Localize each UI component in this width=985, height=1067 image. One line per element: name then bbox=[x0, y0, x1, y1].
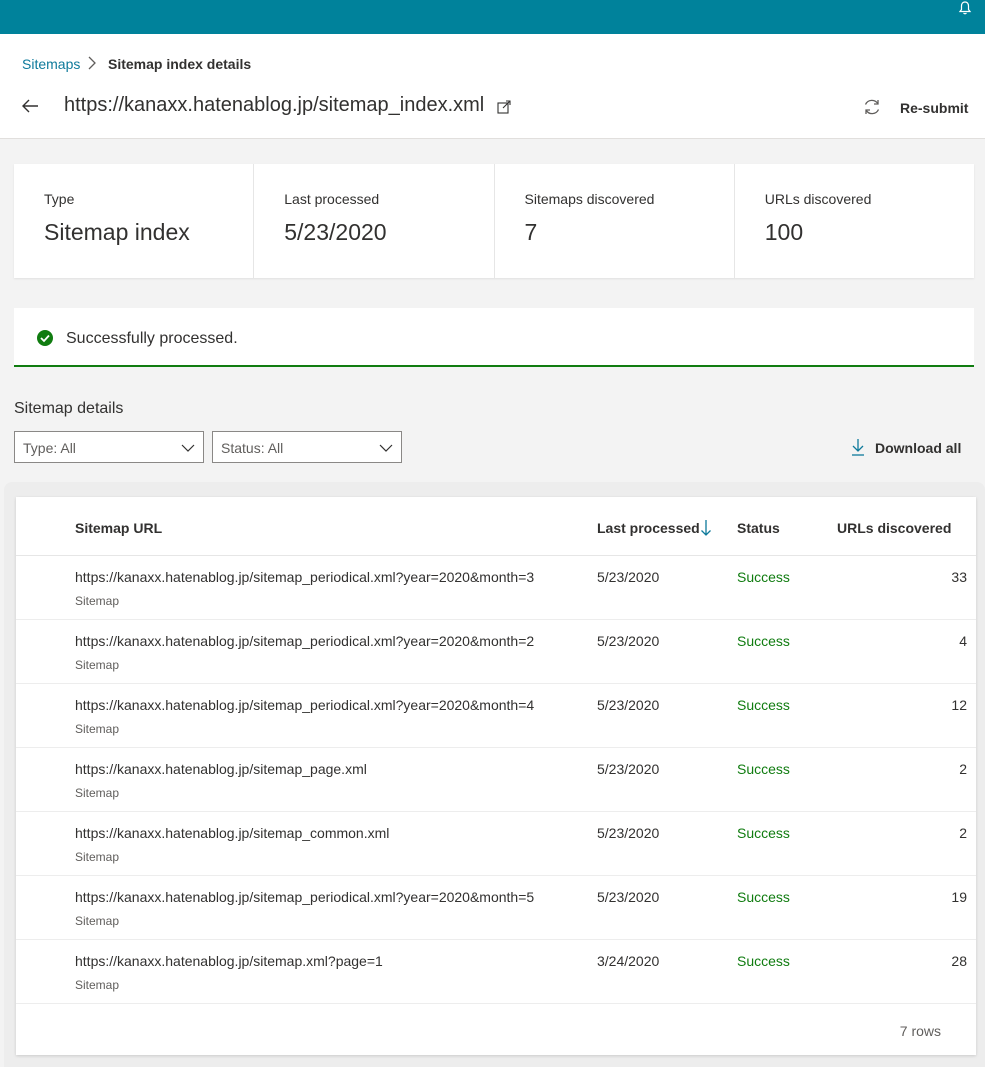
column-header-sitemap-url[interactable]: Sitemap URL bbox=[75, 520, 162, 536]
row-urls-discovered: 2 bbox=[959, 761, 967, 777]
card-value: Sitemap index bbox=[44, 219, 190, 245]
resubmit-label: Re-submit bbox=[900, 100, 969, 116]
row-url[interactable]: https://kanaxx.hatenablog.jp/sitemap_per… bbox=[75, 889, 534, 905]
table-row[interactable]: https://kanaxx.hatenablog.jp/sitemap_per… bbox=[16, 556, 976, 620]
top-bar bbox=[0, 0, 985, 34]
column-header-status[interactable]: Status bbox=[737, 520, 780, 536]
summary-card-last-processed: Last processed 5/23/2020 bbox=[254, 164, 495, 278]
row-urls-discovered: 2 bbox=[959, 825, 967, 841]
card-label: URLs discovered bbox=[764, 191, 872, 207]
card-label: Type bbox=[44, 191, 75, 207]
row-status: Success bbox=[737, 697, 790, 713]
section-title: Sitemap details bbox=[14, 400, 124, 417]
summary-card-type: Type Sitemap index bbox=[14, 164, 255, 278]
breadcrumb-sitemaps-link[interactable]: Sitemaps bbox=[22, 56, 80, 72]
table-row[interactable]: https://kanaxx.hatenablog.jp/sitemap_com… bbox=[16, 812, 976, 876]
row-last-processed: 3/24/2020 bbox=[597, 953, 660, 969]
column-header-last-processed[interactable]: Last processed bbox=[597, 520, 700, 536]
row-last-processed: 5/23/2020 bbox=[597, 761, 660, 777]
row-url[interactable]: https://kanaxx.hatenablog.jp/sitemap_per… bbox=[75, 633, 534, 649]
download-all-label: Download all bbox=[875, 440, 962, 456]
chevron-right-icon bbox=[88, 56, 96, 70]
row-urls-discovered: 12 bbox=[951, 697, 967, 713]
sort-down-icon[interactable] bbox=[700, 519, 712, 537]
status-filter-value: Status: All bbox=[221, 440, 284, 456]
row-type: Sitemap bbox=[75, 658, 120, 672]
card-label: Sitemaps discovered bbox=[524, 191, 655, 207]
row-url[interactable]: https://kanaxx.hatenablog.jp/sitemap_pag… bbox=[75, 761, 367, 777]
type-filter-dropdown[interactable]: Type: All bbox=[14, 431, 204, 463]
row-urls-discovered: 33 bbox=[951, 569, 967, 585]
row-status: Success bbox=[737, 569, 790, 585]
row-url[interactable]: https://kanaxx.hatenablog.jp/sitemap_per… bbox=[75, 697, 534, 713]
chevron-down-icon bbox=[379, 444, 393, 452]
card-value: 7 bbox=[524, 219, 538, 245]
row-url[interactable]: https://kanaxx.hatenablog.jp/sitemap_per… bbox=[75, 569, 534, 585]
row-last-processed: 5/23/2020 bbox=[597, 825, 660, 841]
row-type: Sitemap bbox=[75, 850, 120, 864]
row-last-processed: 5/23/2020 bbox=[597, 633, 660, 649]
status-banner: Successfully processed. bbox=[14, 308, 974, 367]
row-url[interactable]: https://kanaxx.hatenablog.jp/sitemap_com… bbox=[75, 825, 389, 841]
table-row[interactable]: https://kanaxx.hatenablog.jp/sitemap_per… bbox=[16, 684, 976, 748]
row-type: Sitemap bbox=[75, 914, 120, 928]
page-header: Sitemaps Sitemap index details https://k… bbox=[0, 34, 985, 139]
table-row[interactable]: https://kanaxx.hatenablog.jp/sitemap.xml… bbox=[16, 940, 976, 1004]
row-type: Sitemap bbox=[75, 978, 120, 992]
back-arrow-icon[interactable] bbox=[20, 96, 40, 116]
sitemap-table: Sitemap URL Last processed Status URLs d… bbox=[16, 497, 976, 1055]
download-all-button[interactable]: Download all bbox=[850, 438, 970, 460]
page-title: https://kanaxx.hatenablog.jp/sitemap_ind… bbox=[64, 94, 485, 116]
row-type: Sitemap bbox=[75, 722, 120, 736]
row-status: Success bbox=[737, 953, 790, 969]
card-value: 100 bbox=[764, 219, 804, 245]
column-header-urls-discovered[interactable]: URLs discovered bbox=[837, 520, 951, 536]
row-urls-discovered: 19 bbox=[951, 889, 967, 905]
check-circle-icon bbox=[37, 330, 53, 346]
summary-card-sitemaps-discovered: Sitemaps discovered 7 bbox=[495, 164, 735, 278]
refresh-icon bbox=[864, 99, 880, 115]
summary-card-urls-discovered: URLs discovered 100 bbox=[735, 164, 974, 278]
card-value: 5/23/2020 bbox=[284, 219, 387, 245]
resubmit-button[interactable]: Re-submit bbox=[860, 96, 970, 120]
chevron-down-icon bbox=[181, 444, 195, 452]
row-type: Sitemap bbox=[75, 594, 120, 608]
status-message: Successfully processed. bbox=[66, 330, 238, 347]
card-label: Last processed bbox=[284, 191, 380, 207]
row-type: Sitemap bbox=[75, 786, 120, 800]
bell-icon[interactable] bbox=[957, 0, 973, 16]
row-status: Success bbox=[737, 889, 790, 905]
table-row[interactable]: https://kanaxx.hatenablog.jp/sitemap_per… bbox=[16, 876, 976, 940]
row-status: Success bbox=[737, 825, 790, 841]
row-last-processed: 5/23/2020 bbox=[597, 569, 660, 585]
row-last-processed: 5/23/2020 bbox=[597, 697, 660, 713]
row-urls-discovered: 4 bbox=[959, 633, 967, 649]
type-filter-value: Type: All bbox=[23, 440, 76, 456]
row-status: Success bbox=[737, 761, 790, 777]
table-row[interactable]: https://kanaxx.hatenablog.jp/sitemap_per… bbox=[16, 620, 976, 684]
download-icon bbox=[852, 439, 864, 456]
row-status: Success bbox=[737, 633, 790, 649]
row-urls-discovered: 28 bbox=[951, 953, 967, 969]
status-filter-dropdown[interactable]: Status: All bbox=[212, 431, 402, 463]
table-row[interactable]: https://kanaxx.hatenablog.jp/sitemap_pag… bbox=[16, 748, 976, 812]
row-count: 7 rows bbox=[899, 1023, 941, 1039]
external-link-icon[interactable] bbox=[497, 100, 511, 114]
row-last-processed: 5/23/2020 bbox=[597, 889, 660, 905]
row-url[interactable]: https://kanaxx.hatenablog.jp/sitemap.xml… bbox=[75, 953, 383, 969]
summary-cards: Type Sitemap index Last processed 5/23/2… bbox=[14, 164, 974, 278]
breadcrumb-current: Sitemap index details bbox=[108, 56, 252, 72]
